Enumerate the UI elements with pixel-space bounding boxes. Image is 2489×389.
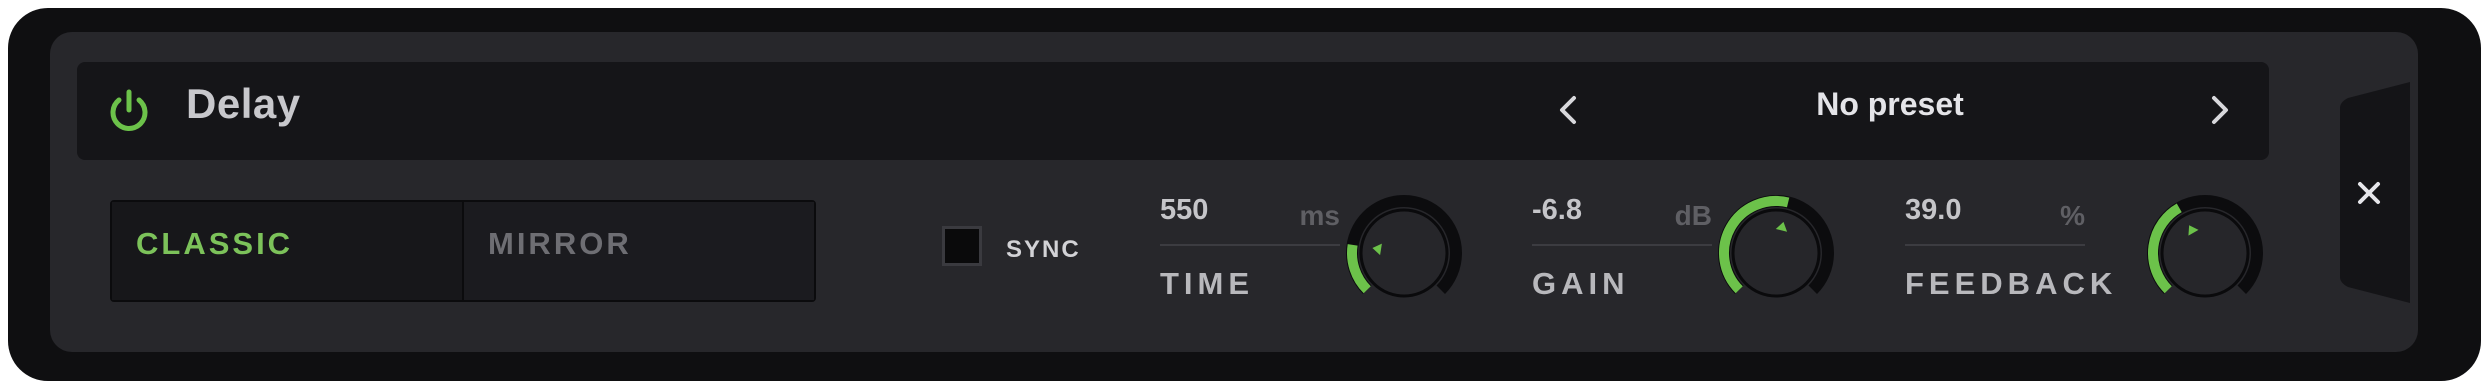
time-unit: ms bbox=[1299, 200, 1340, 231]
gain-knob-body bbox=[1731, 208, 1821, 298]
feedback-divider bbox=[1905, 244, 2085, 246]
sync-label: SYNC bbox=[1006, 236, 1081, 263]
time-knob-body bbox=[1359, 208, 1449, 298]
plugin-title: Delay bbox=[186, 80, 301, 127]
power-icon[interactable] bbox=[105, 86, 153, 134]
mode-selector: CLASSIC MIRROR bbox=[110, 200, 816, 302]
chevron-left-icon[interactable] bbox=[1556, 92, 1580, 128]
sync-checkbox[interactable] bbox=[942, 226, 982, 266]
gain-divider bbox=[1532, 244, 1712, 246]
feedback-knob[interactable] bbox=[2146, 194, 2264, 312]
param-feedback: 39.0 % FEEDBACK bbox=[1905, 190, 2112, 310]
gain-unit: dB bbox=[1674, 200, 1712, 231]
time-value[interactable]: 550 bbox=[1160, 194, 1208, 227]
param-time: 550 ms TIME bbox=[1160, 190, 1340, 310]
gain-knob[interactable] bbox=[1717, 194, 1835, 312]
feedback-knob-body bbox=[2160, 208, 2250, 298]
feedback-value[interactable]: 39.0 bbox=[1905, 194, 1961, 227]
mode-classic-button[interactable]: CLASSIC bbox=[112, 202, 462, 300]
gain-label: GAIN bbox=[1532, 266, 1630, 301]
feedback-unit: % bbox=[2060, 200, 2085, 231]
gain-value[interactable]: -6.8 bbox=[1532, 194, 1582, 227]
mode-mirror-button[interactable]: MIRROR bbox=[464, 202, 814, 300]
time-knob[interactable] bbox=[1345, 194, 1463, 312]
preset-name[interactable]: No preset bbox=[1700, 86, 2080, 123]
chevron-right-icon[interactable] bbox=[2208, 92, 2232, 128]
time-divider bbox=[1160, 244, 1340, 246]
feedback-label: FEEDBACK bbox=[1905, 266, 2118, 301]
time-label: TIME bbox=[1160, 266, 1255, 301]
param-gain: -6.8 dB GAIN bbox=[1532, 190, 1712, 310]
close-icon[interactable] bbox=[2352, 176, 2386, 210]
